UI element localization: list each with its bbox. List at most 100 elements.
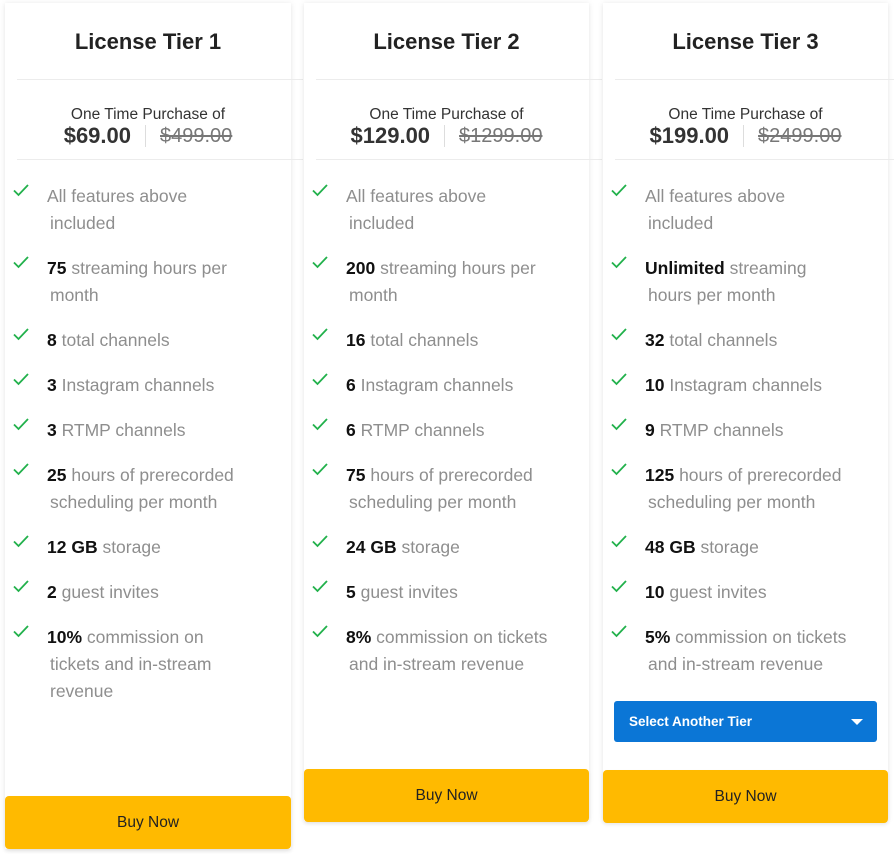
- checkmark-icon: [13, 184, 29, 197]
- feature-text: All features above: [47, 186, 188, 206]
- pricing-card-tier-1: License Tier 1 One Time Purchase of $69.…: [5, 3, 303, 849]
- checkmark-icon: [13, 535, 29, 548]
- checkmark-icon: [312, 256, 328, 269]
- checkmark-icon: [312, 328, 328, 341]
- select-tier-label: Select Another Tier: [629, 714, 753, 729]
- feature-text: and in-stream revenue: [648, 654, 824, 674]
- feature-text: scheduling per month: [349, 492, 517, 512]
- feature-item: 5% commission on tickets and in-stream re…: [603, 624, 888, 678]
- feature-text: month: [50, 285, 99, 305]
- feature-list: All features above included Unlimited stre…: [603, 183, 888, 696]
- checkmark-icon: [13, 328, 29, 341]
- feature-list: All features above included 200 streaming …: [304, 183, 589, 696]
- feature-value: 5%: [645, 627, 671, 647]
- feature-text: storage: [695, 537, 759, 557]
- feature-value: 8%: [346, 627, 372, 647]
- checkmark-icon: [312, 418, 328, 431]
- checkmark-icon: [611, 535, 627, 548]
- feature-value: 3: [47, 375, 57, 395]
- checkmark-icon: [312, 373, 328, 386]
- feature-item: 2 guest invites: [5, 579, 291, 606]
- feature-value: 6: [346, 375, 356, 395]
- feature-text: hours of prerecorded: [674, 465, 842, 485]
- tier-title: License Tier 2: [373, 29, 520, 54]
- checkmark-icon: [611, 256, 627, 269]
- feature-text: included: [50, 213, 116, 233]
- price-label: One Time Purchase of: [70, 106, 226, 123]
- feature-value: 10: [645, 375, 665, 395]
- price-row: $199.00 $2499.00: [603, 123, 888, 149]
- feature-value: 10: [645, 582, 665, 602]
- checkmark-icon: [312, 580, 328, 593]
- feature-text: streaming hours per: [375, 258, 536, 278]
- select-another-tier-dropdown[interactable]: Select Another Tier: [614, 701, 877, 742]
- feature-text: storage: [396, 537, 460, 557]
- checkmark-icon: [611, 580, 627, 593]
- divider: [316, 159, 602, 160]
- current-price: $199.00: [649, 123, 730, 148]
- feature-item: 24 GB storage: [304, 534, 589, 561]
- feature-item: 8% commission on tickets and in-stream re…: [304, 624, 589, 678]
- checkmark-icon: [13, 580, 29, 593]
- feature-item: 12 GB storage: [5, 534, 291, 561]
- feature-item: 9 RTMP channels: [603, 417, 888, 444]
- feature-item: 48 GB storage: [603, 534, 888, 561]
- caret-down-icon: [851, 719, 863, 725]
- buy-now-button-tier-1[interactable]: Buy Now: [5, 796, 291, 849]
- checkmark-icon: [312, 463, 328, 476]
- buy-now-button-tier-2[interactable]: Buy Now: [304, 769, 589, 822]
- feature-value: 32: [645, 330, 665, 350]
- checkmark-icon: [611, 328, 627, 341]
- feature-value: 5: [346, 582, 356, 602]
- feature-item: 75 streaming hours per month: [5, 255, 291, 309]
- divider: [615, 79, 894, 80]
- feature-text: guest invites: [56, 582, 159, 602]
- checkmark-icon: [611, 463, 627, 476]
- feature-text: commission on: [82, 627, 204, 647]
- pricing-card-tier-3: License Tier 3 One Time Purchase of $199…: [603, 3, 894, 821]
- divider: [615, 159, 894, 160]
- feature-value: 9: [645, 420, 655, 440]
- feature-text: streaming: [724, 258, 807, 278]
- feature-item: 6 Instagram channels: [304, 372, 589, 399]
- feature-text: RTMP channels: [355, 420, 485, 440]
- feature-item: 25 hours of prerecorded scheduling per mo…: [5, 462, 291, 516]
- price-label: One Time Purchase of: [668, 106, 823, 123]
- feature-value: 125: [645, 465, 675, 485]
- feature-text: total channels: [365, 330, 479, 350]
- feature-text: RTMP channels: [654, 420, 784, 440]
- original-price: $499.00: [160, 124, 233, 147]
- divider: [17, 159, 303, 160]
- feature-item: 16 total channels: [304, 327, 589, 354]
- divider: [316, 79, 602, 80]
- feature-text: Instagram channels: [56, 375, 215, 395]
- original-price: $1299.00: [459, 124, 543, 147]
- feature-text: month: [349, 285, 398, 305]
- feature-value: 48 GB: [645, 537, 696, 557]
- feature-item: 10 guest invites: [603, 579, 888, 606]
- feature-text: guest invites: [355, 582, 458, 602]
- feature-item: 3 Instagram channels: [5, 372, 291, 399]
- feature-item: 10 Instagram channels: [603, 372, 888, 399]
- feature-text: All features above: [346, 186, 487, 206]
- divider: [17, 79, 303, 80]
- feature-item: All features above included: [304, 183, 589, 237]
- feature-text: included: [349, 213, 415, 233]
- original-price: $2499.00: [758, 124, 842, 147]
- price-row: $69.00 $499.00: [5, 123, 291, 149]
- feature-item: 6 RTMP channels: [304, 417, 589, 444]
- checkmark-icon: [312, 535, 328, 548]
- feature-item: 8 total channels: [5, 327, 291, 354]
- feature-item: 75 hours of prerecorded scheduling per mo…: [304, 462, 589, 516]
- feature-text: RTMP channels: [56, 420, 186, 440]
- feature-item: All features above included: [603, 183, 888, 237]
- feature-item: 32 total channels: [603, 327, 888, 354]
- checkmark-icon: [611, 418, 627, 431]
- feature-value: 75: [47, 258, 67, 278]
- feature-value: 25: [47, 465, 67, 485]
- buy-now-button-tier-3[interactable]: Buy Now: [603, 770, 888, 823]
- feature-value: 16: [346, 330, 366, 350]
- feature-text: total channels: [664, 330, 778, 350]
- current-price: $69.00: [63, 123, 131, 148]
- checkmark-icon: [611, 625, 627, 638]
